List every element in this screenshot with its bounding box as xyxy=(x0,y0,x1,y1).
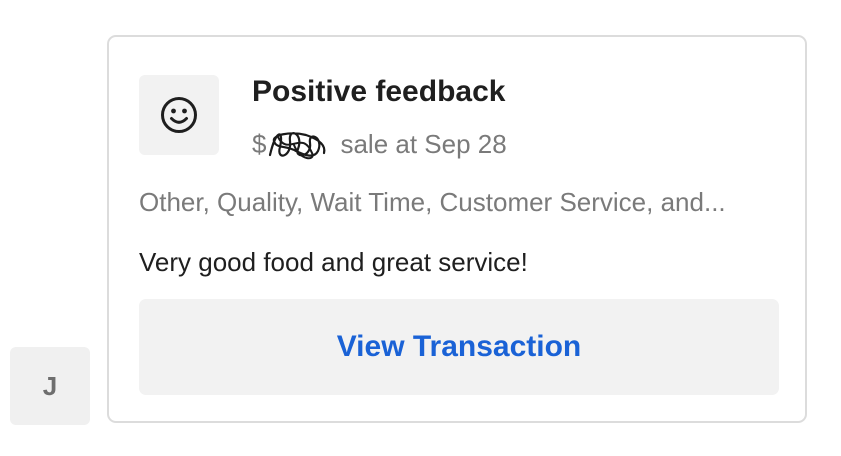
view-transaction-button[interactable]: View Transaction xyxy=(139,299,779,395)
transaction-summary: $ sale at Sep 28 xyxy=(252,127,507,161)
amount-currency: $ xyxy=(252,128,267,159)
feedback-comment: Very good food and great service! xyxy=(139,247,528,277)
avatar-initial: J xyxy=(42,370,58,401)
feedback-icon-container xyxy=(139,75,219,155)
feedback-title: Positive feedback xyxy=(252,75,506,108)
redacted-amount-scribble xyxy=(269,132,326,160)
smiley-face-icon xyxy=(161,97,197,133)
view-transaction-label: View Transaction xyxy=(336,330,582,363)
feedback-tags: Other, Quality, Wait Time, Customer Serv… xyxy=(139,187,726,217)
sale-date-text: sale at Sep 28 xyxy=(340,128,507,159)
avatar[interactable]: J xyxy=(10,347,90,425)
feedback-card: Positive feedback $ sale at Sep 28 Other… xyxy=(107,35,807,423)
